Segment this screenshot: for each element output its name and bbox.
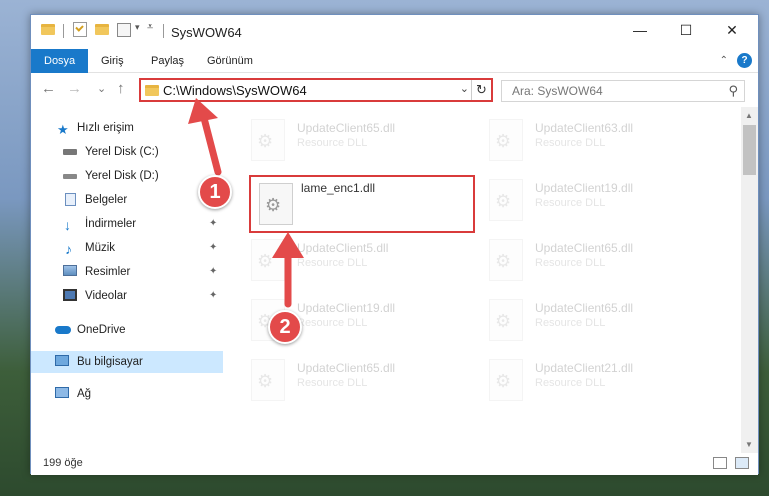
arrow-1 xyxy=(188,98,222,176)
step-badge-1: 1 xyxy=(198,175,232,209)
annotation-overlay xyxy=(188,98,304,308)
arrow-2 xyxy=(272,232,304,308)
step-badge-2: 2 xyxy=(268,310,302,344)
